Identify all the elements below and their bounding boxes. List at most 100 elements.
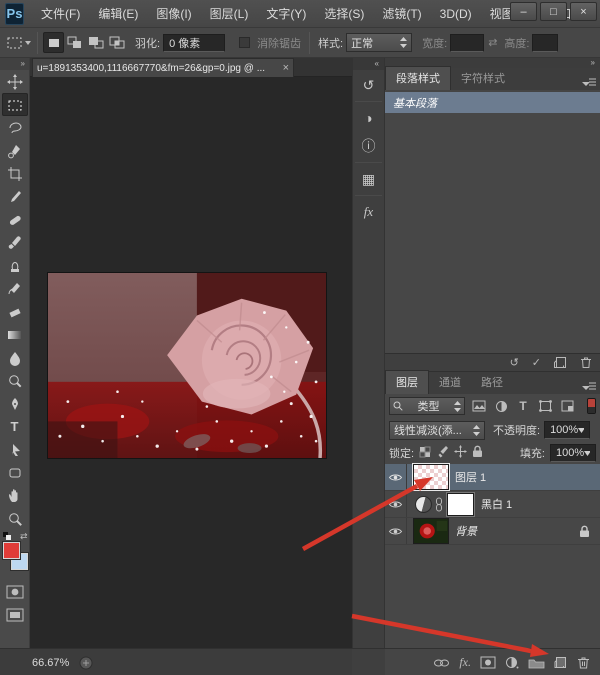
history-brush-tool[interactable] <box>2 277 28 300</box>
brush-tool[interactable] <box>2 231 28 254</box>
swap-dimensions-icon[interactable]: ⇄ <box>488 36 497 49</box>
layer-style-fx-button[interactable]: fx. <box>459 655 471 670</box>
menu-select[interactable]: 选择(S) <box>315 1 373 26</box>
antialias-control[interactable]: 消除锯齿 <box>239 35 304 51</box>
type-tool[interactable]: T <box>2 415 28 438</box>
layer-name[interactable]: 黑白 1 <box>481 496 512 512</box>
layer-row-background[interactable]: 背景 <box>385 518 600 545</box>
lock-pixels-button[interactable] <box>436 445 449 461</box>
menu-layer[interactable]: 图层(L) <box>201 1 258 26</box>
maximize-button[interactable]: □ <box>540 2 567 21</box>
status-info-icon[interactable] <box>79 656 93 670</box>
rectangular-marquee-tool[interactable] <box>2 93 28 116</box>
quick-mask-button[interactable] <box>2 580 28 603</box>
eyedropper-tool[interactable] <box>2 185 28 208</box>
spot-healing-brush-tool[interactable] <box>2 208 28 231</box>
filter-adjustment-layers-icon[interactable] <box>493 400 509 413</box>
tab-layers[interactable]: 图层 <box>385 370 429 394</box>
close-button[interactable]: × <box>570 2 597 21</box>
blur-tool[interactable] <box>2 346 28 369</box>
menu-file[interactable]: 文件(F) <box>32 1 89 26</box>
adjustments-panel-button[interactable]: ◑ <box>355 105 382 131</box>
lock-position-button[interactable] <box>454 445 467 461</box>
toolbar-expand-icon[interactable]: » <box>0 58 29 70</box>
new-layer-button[interactable] <box>554 656 568 669</box>
tool-preset-picker[interactable] <box>6 35 32 51</box>
filter-type-layers-icon[interactable]: T <box>515 399 531 413</box>
menu-type[interactable]: 文字(Y) <box>257 1 315 26</box>
swap-colors-icon[interactable]: ⇄ <box>20 531 28 542</box>
paragraph-style-item[interactable]: 基本段落 <box>385 92 600 113</box>
delete-style-trash-icon[interactable] <box>580 356 592 369</box>
style-dropdown[interactable]: 正常 <box>346 33 412 52</box>
quick-selection-tool[interactable] <box>2 139 28 162</box>
add-to-selection-button[interactable] <box>64 32 85 53</box>
crop-tool[interactable] <box>2 162 28 185</box>
menu-edit[interactable]: 编辑(E) <box>89 1 147 26</box>
new-group-folder-icon[interactable] <box>528 657 545 669</box>
visibility-toggle[interactable] <box>385 464 407 490</box>
new-style-icon[interactable] <box>554 356 567 369</box>
panel-menu-icon[interactable] <box>582 74 596 92</box>
zoom-tool[interactable] <box>2 507 28 530</box>
pen-tool[interactable] <box>2 392 28 415</box>
add-layer-mask-icon[interactable] <box>480 656 496 669</box>
canvas-image[interactable] <box>47 272 327 459</box>
tab-character-styles[interactable]: 字符样式 <box>451 67 515 90</box>
intersect-selection-button[interactable] <box>106 32 127 53</box>
opacity-input[interactable]: 100% <box>544 421 590 439</box>
tab-paragraph-styles[interactable]: 段落样式 <box>385 66 451 90</box>
visibility-toggle[interactable] <box>385 491 407 517</box>
clone-stamp-tool[interactable] <box>2 254 28 277</box>
new-selection-button[interactable] <box>43 32 64 53</box>
filter-type-dropdown[interactable]: 类型 <box>389 397 465 415</box>
screen-mode-button[interactable] <box>2 603 28 626</box>
dock-expand-icon[interactable]: « <box>353 58 384 70</box>
height-input[interactable] <box>532 34 558 52</box>
styles-panel-button[interactable]: fx <box>355 199 382 225</box>
eraser-tool[interactable] <box>2 300 28 323</box>
lock-transparency-button[interactable] <box>419 446 431 461</box>
hand-tool[interactable] <box>2 484 28 507</box>
history-panel-button[interactable]: ↺ <box>355 72 382 98</box>
foreground-color-swatch[interactable] <box>3 542 20 559</box>
document-tab[interactable]: u=1891353400,1116667770&fm=26&gp=0.jpg @… <box>32 58 294 77</box>
minimize-button[interactable]: – <box>510 2 537 21</box>
new-adjustment-layer-icon[interactable] <box>505 656 519 669</box>
antialias-checkbox[interactable] <box>239 37 250 48</box>
gradient-tool[interactable] <box>2 323 28 346</box>
feather-input[interactable]: 0 像素 <box>163 34 225 52</box>
visibility-toggle[interactable] <box>385 518 407 544</box>
layer-name[interactable]: 图层 1 <box>455 469 486 485</box>
lasso-tool[interactable] <box>2 116 28 139</box>
layer-row-layer1[interactable]: 图层 1 <box>385 464 600 491</box>
lock-all-button[interactable] <box>472 445 483 461</box>
background-thumbnail[interactable] <box>413 518 449 544</box>
tab-close-icon[interactable]: × <box>283 62 289 74</box>
tab-paths[interactable]: 路径 <box>471 371 513 394</box>
tab-channels[interactable]: 通道 <box>429 371 471 394</box>
blend-mode-dropdown[interactable]: 线性减淡(添... <box>389 421 485 440</box>
width-input[interactable] <box>450 34 484 52</box>
redefine-style-icon[interactable]: ✓ <box>532 356 541 369</box>
link-layers-icon[interactable] <box>433 657 450 669</box>
filter-shape-layers-icon[interactable] <box>537 400 553 412</box>
layer-mask-thumbnail[interactable] <box>447 493 474 516</box>
zoom-level-field[interactable]: 66.67% <box>32 657 69 669</box>
menu-image[interactable]: 图像(I) <box>147 1 200 26</box>
panel-menu-icon[interactable] <box>582 378 596 396</box>
layer1-thumbnail[interactable] <box>413 464 449 490</box>
filter-pixel-layers-icon[interactable] <box>471 400 487 412</box>
menu-3d[interactable]: 3D(D) <box>431 3 481 25</box>
path-selection-tool[interactable] <box>2 438 28 461</box>
info-panel-button[interactable]: ⓘ <box>355 133 382 159</box>
filter-smart-objects-icon[interactable] <box>559 400 575 412</box>
default-colors-icon[interactable] <box>3 532 12 540</box>
blackwhite-adjustment-icon[interactable] <box>415 496 432 513</box>
move-tool[interactable] <box>2 70 28 93</box>
subtract-from-selection-button[interactable] <box>85 32 106 53</box>
filter-toggle-switch[interactable] <box>587 398 596 414</box>
swatches-panel-button[interactable]: ▦ <box>355 166 382 192</box>
dodge-tool[interactable] <box>2 369 28 392</box>
rectangle-tool[interactable] <box>2 461 28 484</box>
